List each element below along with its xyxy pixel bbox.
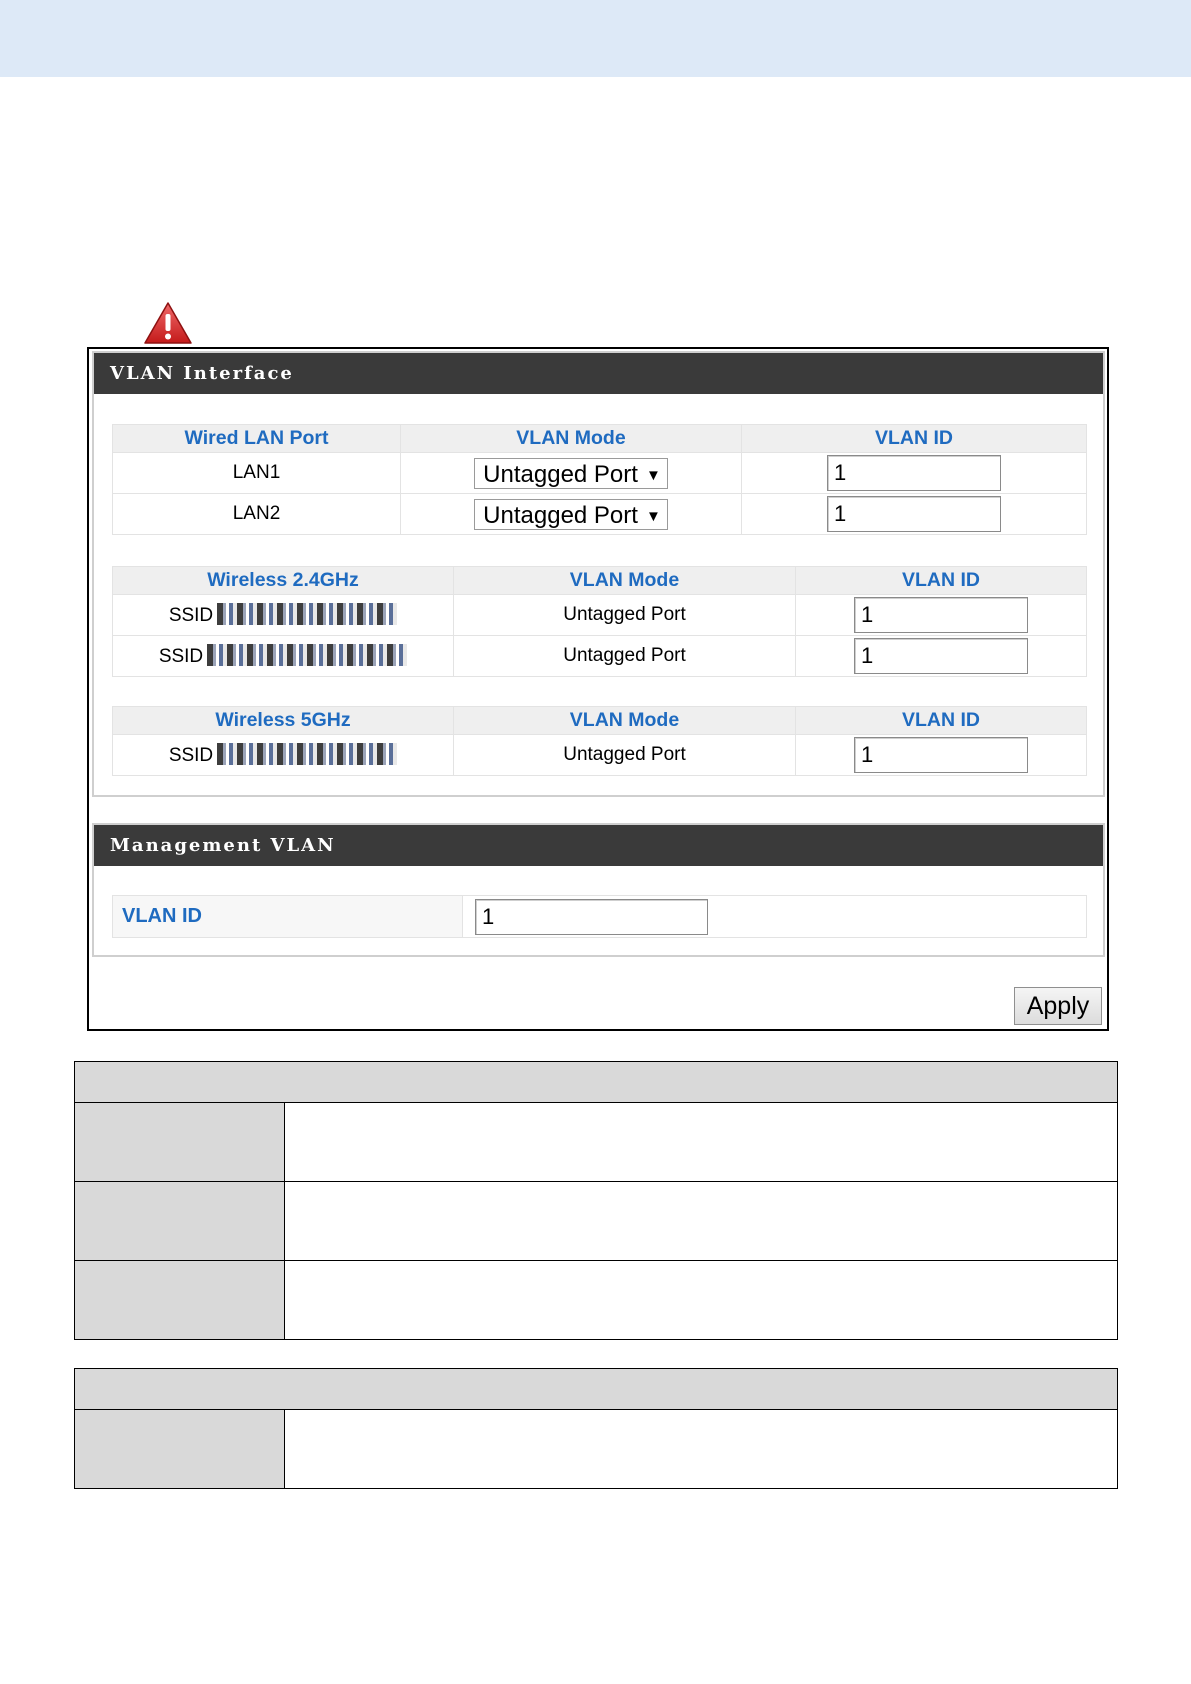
wired-lan-table: Wired LAN Port VLAN Mode VLAN ID LAN1 Un… xyxy=(112,424,1087,535)
wireless-5ghz-table: Wireless 5GHz VLAN Mode VLAN ID SSID Unt… xyxy=(112,706,1087,776)
field-description xyxy=(284,1181,1118,1261)
vlan-mode-value: Untagged Port xyxy=(453,734,796,776)
vlan-mode-header: VLAN Mode xyxy=(453,706,796,735)
table-row: SSID Untagged Port 1 xyxy=(112,635,1087,677)
dropdown-arrow-icon: ▼ xyxy=(645,507,661,525)
vlan-id-input[interactable]: 1 xyxy=(854,737,1028,773)
vlan-mode-select[interactable]: Untagged Port ▼ xyxy=(474,498,668,530)
vlan-mode-header: VLAN Mode xyxy=(453,566,796,595)
field-description xyxy=(284,1260,1118,1340)
vlan-mode-select[interactable]: Untagged Port ▼ xyxy=(474,457,668,489)
ssid-label: SSID xyxy=(158,646,204,667)
table-header xyxy=(74,1368,1118,1410)
vlan-mode-value: Untagged Port xyxy=(453,635,796,677)
vlan-id-header: VLAN ID xyxy=(795,566,1087,595)
table-header xyxy=(74,1061,1118,1103)
management-vlan-id-label: VLAN ID xyxy=(112,895,463,938)
wireless-24ghz-table: Wireless 2.4GHz VLAN Mode VLAN ID SSID U… xyxy=(112,566,1087,677)
table-row: LAN1 Untagged Port ▼ 1 xyxy=(112,452,1087,494)
table-row: SSID Untagged Port 1 xyxy=(112,594,1087,636)
redacted-ssid xyxy=(217,603,398,625)
dropdown-arrow-icon: ▼ xyxy=(645,466,661,484)
field-label xyxy=(74,1102,285,1182)
vlan-id-header: VLAN ID xyxy=(741,424,1087,453)
management-vlan-panel: Management VLAN VLAN ID 1 xyxy=(92,823,1105,957)
vlan-id-input[interactable]: 1 xyxy=(854,638,1028,674)
field-label xyxy=(74,1181,285,1261)
wired-port-header: Wired LAN Port xyxy=(112,424,401,453)
vlan-id-header: VLAN ID xyxy=(795,706,1087,735)
management-vlan-table: VLAN ID 1 xyxy=(112,895,1087,938)
field-label xyxy=(74,1409,285,1489)
ssid-label: SSID xyxy=(168,745,214,766)
vlan-mode-value: Untagged Port xyxy=(453,594,796,636)
vlan-settings-screenshot: VLAN Interface Wired LAN Port VLAN Mode … xyxy=(87,347,1109,1031)
table-row: LAN2 Untagged Port ▼ 1 xyxy=(112,493,1087,535)
management-vlan-id-input[interactable]: 1 xyxy=(475,898,708,935)
field-description xyxy=(284,1102,1118,1182)
vlan-mode-header: VLAN Mode xyxy=(400,424,742,453)
vlan-id-input[interactable]: 1 xyxy=(827,496,1001,532)
field-label xyxy=(74,1260,285,1340)
table-row: VLAN ID 1 xyxy=(112,895,1087,938)
vlan-id-input[interactable]: 1 xyxy=(854,597,1028,633)
wireless-5-header: Wireless 5GHz xyxy=(112,706,454,735)
vlan-interface-panel: VLAN Interface Wired LAN Port VLAN Mode … xyxy=(92,351,1105,797)
vlan-interface-title: VLAN Interface xyxy=(94,353,1103,394)
wireless-24-header: Wireless 2.4GHz xyxy=(112,566,454,595)
field-description xyxy=(284,1409,1118,1489)
redacted-ssid xyxy=(207,644,408,666)
port-label: LAN1 xyxy=(112,452,401,494)
table-row: SSID Untagged Port 1 xyxy=(112,734,1087,776)
vlan-id-input[interactable]: 1 xyxy=(827,455,1001,491)
redacted-ssid xyxy=(217,743,398,765)
port-label: LAN2 xyxy=(112,493,401,535)
management-vlan-description-table xyxy=(74,1368,1118,1489)
warning-icon xyxy=(144,302,192,344)
page-header-band xyxy=(0,0,1191,77)
apply-button[interactable]: Apply xyxy=(1014,987,1102,1025)
management-vlan-title: Management VLAN xyxy=(94,825,1103,866)
vlan-interface-description-table xyxy=(74,1061,1118,1340)
ssid-label: SSID xyxy=(168,605,214,626)
